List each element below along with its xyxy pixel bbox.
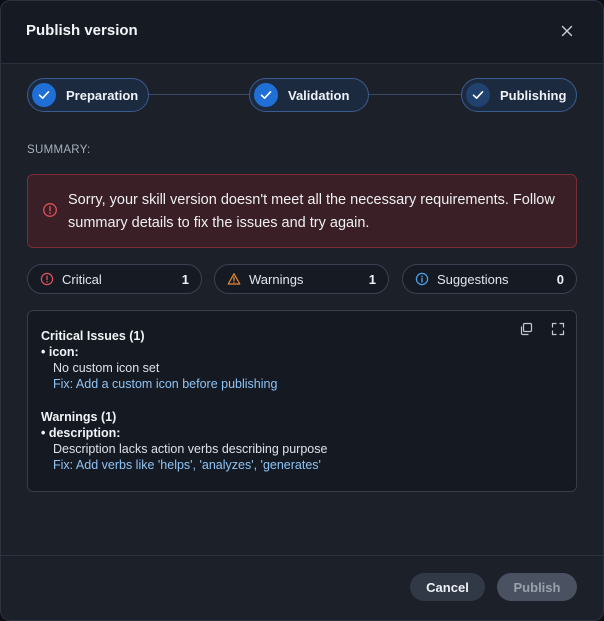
error-icon [42, 202, 58, 218]
warnings-count-pill[interactable]: Warnings 1 [214, 264, 389, 294]
summary-label: SUMMARY: [27, 144, 91, 156]
step-validation: Validation [249, 78, 369, 112]
step-label: Preparation [66, 87, 139, 103]
step-connector [367, 94, 463, 95]
dialog-header: Publish version [1, 1, 603, 64]
summary-details-panel: Critical Issues (1) • icon: No custom ic… [27, 310, 577, 492]
details-content: Critical Issues (1) • icon: No custom ic… [41, 328, 327, 473]
step-publishing: Publishing [461, 78, 577, 112]
error-alert: Sorry, your skill version doesn't meet a… [27, 174, 577, 248]
step-label: Validation [288, 87, 350, 103]
pill-label: Critical [62, 271, 102, 287]
issue-description: No custom icon set [53, 361, 160, 375]
step-preparation: Preparation [27, 78, 149, 112]
expand-icon[interactable] [550, 321, 566, 337]
warnings-title: Warnings (1) [41, 410, 117, 424]
critical-issues-title: Critical Issues (1) [41, 329, 145, 343]
issue-fix: Fix: Add verbs like 'helps', 'analyzes',… [53, 458, 321, 472]
footer-divider [1, 555, 603, 556]
dialog-title: Publish version [26, 22, 138, 39]
issue-field: • description: [41, 426, 121, 440]
step-connector [147, 94, 251, 95]
suggestions-count-pill[interactable]: Suggestions 0 [402, 264, 577, 294]
issue-fix: Fix: Add a custom icon before publishing [53, 377, 278, 391]
pill-count: 1 [368, 271, 376, 287]
issue-counts: Critical 1 Warnings 1 Suggestions 0 [27, 264, 577, 294]
details-toolbar [518, 321, 566, 337]
close-icon[interactable] [559, 23, 575, 39]
issue-description: Description lacks action verbs describin… [53, 442, 328, 456]
pill-count: 0 [556, 271, 564, 287]
cancel-button[interactable]: Cancel [410, 573, 485, 601]
issue-field: • icon: [41, 345, 79, 359]
check-icon [254, 83, 278, 107]
pill-label: Suggestions [437, 271, 509, 287]
check-icon [32, 83, 56, 107]
info-icon [415, 272, 429, 286]
check-icon [466, 83, 490, 107]
error-message: Sorry, your skill version doesn't meet a… [68, 192, 555, 231]
pill-count: 1 [181, 271, 189, 287]
warning-icon [227, 272, 241, 286]
critical-icon [40, 272, 54, 286]
pill-label: Warnings [249, 271, 304, 287]
step-label: Publishing [500, 87, 567, 103]
copy-icon[interactable] [518, 321, 534, 337]
critical-count-pill[interactable]: Critical 1 [27, 264, 202, 294]
stepper: Preparation Validation Publishing [27, 78, 577, 112]
publish-button[interactable]: Publish [497, 573, 577, 601]
publish-version-dialog: Publish version Preparation Validation P… [0, 0, 604, 621]
